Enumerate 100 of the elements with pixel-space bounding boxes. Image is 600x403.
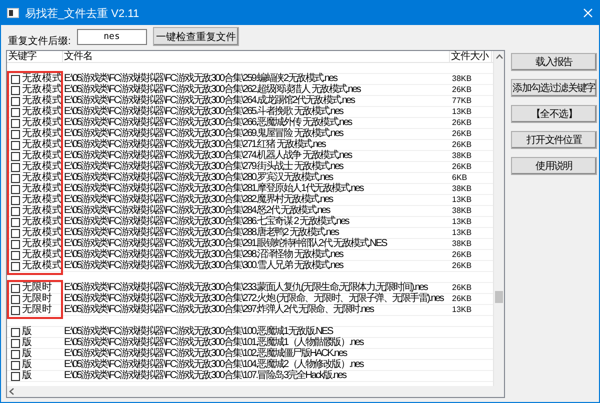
file-name-cell-text: E:\05游戏类\FC游戏模拟器\FC游戏无敌300合集\102.恶魔城僵尸版HACK.nes bbox=[63, 349, 348, 359]
file-name-cell-text: E:\05游戏类\FC游戏模拟器\FC游戏无敌300合集\272.火炮 (无限命、无限时、无限子弹、无限手雷).nes bbox=[63, 294, 445, 304]
scroll-left-icon[interactable] bbox=[9, 388, 14, 395]
row-checkbox[interactable] bbox=[11, 184, 20, 194]
file-row[interactable]: 无限时 E:\05游戏类\FC游戏模拟器\FC游戏无敌300合集\297.炸弹人2代 无限命、无限时.nes 13KB bbox=[7, 305, 493, 316]
keyword-cell: 版 bbox=[22, 338, 32, 348]
row-checkbox[interactable] bbox=[11, 294, 20, 304]
action-button[interactable]: 载入报告 bbox=[511, 53, 597, 71]
row-checkbox[interactable] bbox=[11, 350, 20, 358]
window-title: 易找茬_文件去重 V2.11 bbox=[25, 6, 140, 20]
file-size-cell-text: 26KB bbox=[451, 294, 473, 304]
action-button[interactable]: 【全不选】 bbox=[511, 105, 597, 123]
action-button[interactable]: 使用说明 bbox=[511, 157, 597, 175]
file-row[interactable]: 版 E:\05游戏类\FC游戏模拟器\FC游戏无敌300合集\101.恶魔城1（人物骷髅版）.nes bbox=[7, 338, 493, 349]
row-checkbox[interactable] bbox=[11, 174, 20, 182]
file-name-cell-text: E:\05游戏类\FC游戏模拟器\FC游戏无敌300合集\101.恶魔城1（人物骷髅版）.nes bbox=[63, 338, 364, 348]
suffix-field[interactable]: nes bbox=[76, 28, 147, 44]
file-name-cell-text: E:\05游戏类\FC游戏模拟器\FC游戏无敌300合集\269.鬼屋冒险 无敌模式.nes bbox=[63, 129, 344, 139]
file-size-cell-text: 38KB bbox=[451, 184, 473, 194]
file-name-cell-text: E:\05游戏类\FC游戏模拟器\FC游戏无敌300合集\264.成龙踢馆2代无敌模式.nes bbox=[63, 96, 356, 106]
row-checkbox[interactable] bbox=[11, 108, 20, 116]
file-name-cell-text: E:\05游戏类\FC游戏模拟器\FC游戏无敌300合集\279.街头战士 无敌模式.nes bbox=[63, 162, 344, 172]
file-size-cell-text: 77KB bbox=[451, 96, 473, 106]
file-name-cell-text: E:\05游戏类\FC游戏模拟器\FC游戏无敌300合集\104.恶魔城2（人物修改版）.nes bbox=[63, 360, 364, 370]
file-name-cell-text: E:\05游戏类\FC游戏模拟器\FC游戏无敌300合集\233.蒙面人复仇(无限生命,无限体力,无限时间).nes bbox=[63, 283, 429, 293]
vertical-scrollbar[interactable] bbox=[493, 51, 504, 386]
action-button[interactable]: 添加勾选过滤关键字 bbox=[511, 79, 597, 97]
row-checkbox[interactable] bbox=[11, 360, 20, 370]
file-name-cell-text: E:\05游戏类\FC游戏模拟器\FC游戏无敌300合集\282.魔界村无敌模式.nes bbox=[63, 195, 334, 205]
file-size-cell-text: 13KB bbox=[451, 195, 473, 205]
row-checkbox[interactable] bbox=[11, 118, 20, 128]
file-name-cell-text: E:\05游戏类\FC游戏模拟器\FC游戏无敌300合集\266.恶魔城外传 无敌模式.nes bbox=[63, 118, 353, 128]
file-name-cell-text: E:\05游戏类\FC游戏模拟器\FC游戏无敌300合集\298.沼泽怪物 无敌模式.nes bbox=[63, 250, 344, 260]
keyword-cell: 版 bbox=[22, 349, 32, 359]
row-checkbox[interactable] bbox=[11, 240, 20, 248]
file-row[interactable]: 版 E:\05游戏类\FC游戏模拟器\FC游戏无敌300合集\104.恶魔城2（人物修改版）.nes bbox=[7, 360, 493, 371]
file-size-cell-text: 26KB bbox=[451, 261, 473, 271]
suffix-label: 重复文件后缀: bbox=[8, 34, 71, 48]
row-checkbox[interactable] bbox=[11, 152, 20, 160]
row-checkbox[interactable] bbox=[11, 338, 20, 348]
file-row[interactable]: 版 E:\05游戏类\FC游戏模拟器\FC游戏无敌300合集\102.恶魔城僵尸版HACK.nes bbox=[7, 349, 493, 360]
row-checkbox[interactable] bbox=[11, 196, 20, 204]
file-name-cell-text: E:\05游戏类\FC游戏模拟器\FC游戏无敌300合集\274.机器人战争 无敌模式.nes bbox=[63, 151, 353, 161]
row-checkbox[interactable] bbox=[11, 86, 20, 94]
row-checkbox[interactable] bbox=[11, 218, 20, 226]
keyword-cell: 无限时 bbox=[22, 283, 52, 293]
keyword-cell: 版 bbox=[22, 327, 32, 337]
file-row[interactable]: 无限时 E:\05游戏类\FC游戏模拟器\FC游戏无敌300合集\272.火炮 (无限命、无限时、无限子弹、无限手雷).nes 26KB bbox=[7, 294, 493, 305]
file-size-cell-text: 38KB bbox=[451, 74, 473, 84]
file-name-cell-text: E:\05游戏类\FC游戏模拟器\FC游戏无敌300合集\291.眼镜蛇特种部队2代 无敌模式.NES bbox=[63, 239, 388, 249]
file-row[interactable]: 版 E:\05游戏类\FC游戏模拟器\FC游戏无敌300合集\100.恶魔城1无敌版.NES bbox=[7, 327, 493, 338]
file-row[interactable]: 版 E:\05游戏类\FC游戏模拟器\FC游戏无敌300合集\107.冒险岛3完全Hack版.nes bbox=[7, 371, 493, 382]
file-name-cell-text: E:\05游戏类\FC游戏模拟器\FC游戏无敌300合集\259.蝙蝠侠2无敌模式.nes bbox=[63, 74, 338, 84]
file-size-cell-text: 13KB bbox=[451, 107, 473, 117]
file-size-cell-text: 26KB bbox=[451, 162, 473, 172]
file-size-cell-text: 26KB bbox=[451, 129, 473, 139]
file-name-cell-text: E:\05游戏类\FC游戏模拟器\FC游戏无敌300合集\265.斗者挽歌 无敌模式.nes bbox=[63, 107, 344, 117]
check-duplicates-button[interactable]: 一键检查重复文件 bbox=[152, 27, 239, 46]
row-checkbox[interactable] bbox=[11, 306, 20, 314]
file-name-cell-text: E:\05游戏类\FC游戏模拟器\FC游戏无敌300合集\281.摩登原始人1代无敌模式.nes bbox=[63, 184, 364, 194]
file-size-cell-text: 38KB bbox=[451, 239, 473, 249]
file-size-cell-text: 26KB bbox=[451, 85, 473, 95]
row-checkbox[interactable] bbox=[11, 96, 20, 106]
file-name-cell-text: E:\05游戏类\FC游戏模拟器\FC游戏无敌300合集\284.怒2代 无敌模式.nes bbox=[63, 206, 330, 216]
action-button[interactable]: 打开文件位置 bbox=[511, 131, 597, 149]
file-size-cell-text: 13KB bbox=[451, 228, 473, 238]
keyword-cell: 版 bbox=[22, 371, 32, 381]
file-name-cell-text: E:\05游戏类\FC游戏模拟器\FC游戏无敌300合集\262.超级阅读猎人 无敌模式.nes bbox=[63, 85, 362, 95]
file-size-cell-text: 38KB bbox=[451, 206, 473, 216]
row-checkbox[interactable] bbox=[11, 228, 20, 238]
file-name-cell-text: E:\05游戏类\FC游戏模拟器\FC游戏无敌300合集\288.唐老鸭2 无敌模式.nes bbox=[63, 228, 340, 238]
keyword-cell: 无限时 bbox=[22, 294, 52, 304]
file-size-cell-text: 26KB bbox=[451, 140, 473, 150]
file-name-cell-text: E:\05游戏类\FC游戏模拟器\FC游戏无敌300合集\280.罗宾汉无敌模式.nes bbox=[63, 173, 333, 183]
scroll-up-icon[interactable] bbox=[496, 54, 502, 59]
file-size-cell-text: 38KB bbox=[451, 151, 473, 161]
row-checkbox[interactable] bbox=[11, 140, 20, 150]
app-icon bbox=[7, 8, 19, 18]
row-checkbox[interactable] bbox=[11, 372, 20, 380]
file-size-cell-text: 13KB bbox=[451, 217, 473, 227]
horizontal-scrollbar[interactable] bbox=[7, 386, 504, 397]
close-icon[interactable] bbox=[583, 8, 593, 18]
file-size-cell-text: 26KB bbox=[451, 283, 473, 293]
row-checkbox[interactable] bbox=[11, 262, 20, 270]
file-name-cell-text: E:\05游戏类\FC游戏模拟器\FC游戏无敌300合集\297.炸弹人2代 无限命、无限时.nes bbox=[63, 305, 375, 315]
row-checkbox[interactable] bbox=[11, 206, 20, 216]
file-name-cell-text: E:\05游戏类\FC游戏模拟器\FC游戏无敌300合集\286.七宝奇谋 2 无敌模式.nes bbox=[63, 217, 350, 227]
scroll-thumb[interactable] bbox=[495, 291, 503, 303]
row-checkbox[interactable] bbox=[11, 162, 20, 172]
keyword-cell: 无限时 bbox=[22, 305, 52, 315]
file-name-cell-text: E:\05游戏类\FC游戏模拟器\FC游戏无敌300合集\100.恶魔城1无敌版.NES bbox=[63, 327, 334, 337]
file-name-cell-text: E:\05游戏类\FC游戏模拟器\FC游戏无敌300合集\271.红猪 无敌模式.nes bbox=[63, 140, 326, 150]
file-row[interactable]: 无限时 E:\05游戏类\FC游戏模拟器\FC游戏无敌300合集\233.蒙面人复仇(无限生命,无限体力,无限时间).nes 26KB bbox=[7, 283, 493, 294]
row-checkbox[interactable] bbox=[11, 130, 20, 138]
row-checkbox[interactable] bbox=[11, 74, 20, 84]
row-checkbox[interactable] bbox=[11, 328, 20, 336]
file-size-cell-text: 26KB bbox=[451, 250, 473, 260]
row-checkbox[interactable] bbox=[11, 284, 20, 292]
file-size-cell-text: 6KB bbox=[451, 173, 468, 183]
row-checkbox[interactable] bbox=[11, 250, 20, 260]
